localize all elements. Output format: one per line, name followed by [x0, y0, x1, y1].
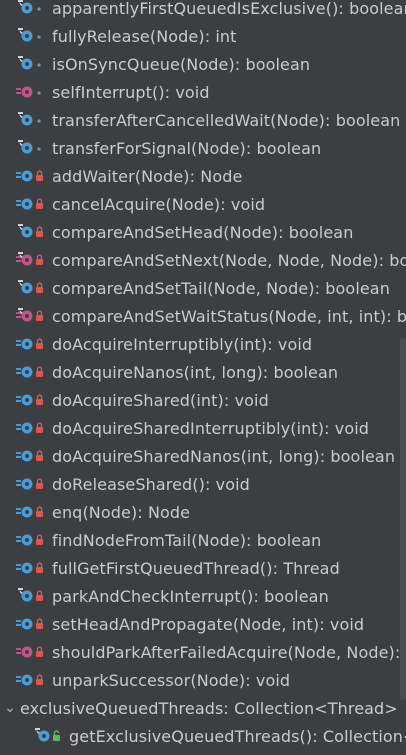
- method-icon: [0, 610, 52, 638]
- static-method-icon: [0, 246, 52, 274]
- method-row[interactable]: compareAndSetNext(Node, Node, Node): boo…: [0, 246, 406, 274]
- method-row[interactable]: findNodeFromTail(Node): boolean: [0, 526, 406, 554]
- static-method-icon: [0, 78, 52, 106]
- method-icon: [0, 414, 52, 442]
- method-row[interactable]: transferAfterCancelledWait(Node): boolea…: [0, 106, 406, 134]
- method-row[interactable]: shouldParkAfterFailedAcquire(Node, Node)…: [0, 638, 406, 666]
- method-label: addWaiter(Node): Node: [52, 166, 243, 186]
- method-icon: [0, 666, 52, 694]
- method-row[interactable]: compareAndSetHead(Node): boolean: [0, 218, 406, 246]
- method-row[interactable]: apparentlyFirstQueuedIsExclusive(): bool…: [0, 0, 406, 22]
- method-icon: [0, 582, 52, 610]
- method-icon: [0, 134, 52, 162]
- method-row[interactable]: fullyRelease(Node): int: [0, 22, 406, 50]
- method-icon: [0, 386, 52, 414]
- method-row[interactable]: doAcquireNanos(int, long): boolean: [0, 358, 406, 386]
- method-label: doAcquireSharedNanos(int, long): boolean: [52, 446, 396, 466]
- method-icon: [0, 498, 52, 526]
- method-label: compareAndSetTail(Node, Node): boolean: [52, 278, 390, 298]
- method-label: doReleaseShared(): void: [52, 474, 250, 494]
- method-icon: [0, 330, 52, 358]
- method-row[interactable]: doAcquireInterruptibly(int): void: [0, 330, 406, 358]
- method-label: parkAndCheckInterrupt(): boolean: [52, 586, 329, 606]
- method-label: doAcquireShared(int): void: [52, 390, 269, 410]
- method-icon: [0, 274, 52, 302]
- method-icon: [0, 470, 52, 498]
- method-icon: [0, 218, 52, 246]
- method-label: setHeadAndPropagate(Node, int): void: [52, 614, 365, 634]
- method-label: isOnSyncQueue(Node): boolean: [52, 54, 311, 74]
- static-method-icon: [0, 302, 52, 330]
- method-icon: [0, 106, 52, 134]
- method-label: transferAfterCancelledWait(Node): boolea…: [52, 110, 401, 130]
- method-row[interactable]: doAcquireSharedInterruptibly(int): void: [0, 414, 406, 442]
- method-label: compareAndSetHead(Node): boolean: [52, 222, 354, 242]
- method-row[interactable]: compareAndSetTail(Node, Node): boolean: [0, 274, 406, 302]
- method-label: fullGetFirstQueuedThread(): Thread: [52, 558, 340, 578]
- property-group-row[interactable]: ⌄ exclusiveQueuedThreads: Collection<Thr…: [0, 694, 406, 722]
- method-row[interactable]: cancelAcquire(Node): void: [0, 190, 406, 218]
- method-row[interactable]: doAcquireSharedNanos(int, long): boolean: [0, 442, 406, 470]
- method-icon: [0, 162, 52, 190]
- vertical-scrollbar[interactable]: [400, 338, 406, 700]
- method-label: compareAndSetWaitStatus(Node, int, int):…: [52, 306, 406, 326]
- method-label: enq(Node): Node: [52, 502, 191, 522]
- method-row[interactable]: addWaiter(Node): Node: [0, 162, 406, 190]
- method-label: getExclusiveQueuedThreads(): Collection<…: [69, 726, 406, 746]
- method-label: compareAndSetNext(Node, Node, Node): boo…: [52, 250, 406, 270]
- method-icon: [0, 50, 52, 78]
- method-icon: [0, 190, 52, 218]
- method-row[interactable]: parkAndCheckInterrupt(): boolean: [0, 582, 406, 610]
- method-row[interactable]: isOnSyncQueue(Node): boolean: [0, 50, 406, 78]
- method-icon: [0, 526, 52, 554]
- method-label: fullyRelease(Node): int: [52, 26, 237, 46]
- chevron-down-icon[interactable]: ⌄: [0, 700, 20, 716]
- method-row[interactable]: setHeadAndPropagate(Node, int): void: [0, 610, 406, 638]
- property-group-label: exclusiveQueuedThreads: Collection<Threa…: [20, 698, 398, 718]
- method-row[interactable]: unparkSuccessor(Node): void: [0, 666, 406, 694]
- structure-panel: apparentlyFirstQueuedIsExclusive(): bool…: [0, 0, 406, 755]
- method-row[interactable]: fullGetFirstQueuedThread(): Thread: [0, 554, 406, 582]
- method-icon: [0, 22, 52, 50]
- method-label: cancelAcquire(Node): void: [52, 194, 266, 214]
- method-icon: [0, 358, 52, 386]
- method-row[interactable]: selfInterrupt(): void: [0, 78, 406, 106]
- method-label: transferForSignal(Node): boolean: [52, 138, 322, 158]
- method-icon: [0, 554, 52, 582]
- method-icon: [0, 442, 52, 470]
- method-label: selfInterrupt(): void: [52, 82, 210, 102]
- method-label: shouldParkAfterFailedAcquire(Node, Node)…: [52, 642, 406, 662]
- method-row[interactable]: doReleaseShared(): void: [0, 470, 406, 498]
- method-row[interactable]: enq(Node): Node: [0, 498, 406, 526]
- method-row[interactable]: transferForSignal(Node): boolean: [0, 134, 406, 162]
- method-label: doAcquireSharedInterruptibly(int): void: [52, 418, 370, 438]
- method-icon: [0, 722, 69, 750]
- method-label: doAcquireInterruptibly(int): void: [52, 334, 313, 354]
- method-label: unparkSuccessor(Node): void: [52, 670, 291, 690]
- method-row[interactable]: compareAndSetWaitStatus(Node, int, int):…: [0, 302, 406, 330]
- method-label: apparentlyFirstQueuedIsExclusive(): bool…: [52, 0, 406, 18]
- static-method-icon: [0, 638, 52, 666]
- property-child-row[interactable]: getExclusiveQueuedThreads(): Collection<…: [0, 722, 406, 750]
- method-label: doAcquireNanos(int, long): boolean: [52, 362, 339, 382]
- method-row[interactable]: doAcquireShared(int): void: [0, 386, 406, 414]
- method-label: findNodeFromTail(Node): boolean: [52, 530, 322, 550]
- method-icon: [0, 0, 52, 22]
